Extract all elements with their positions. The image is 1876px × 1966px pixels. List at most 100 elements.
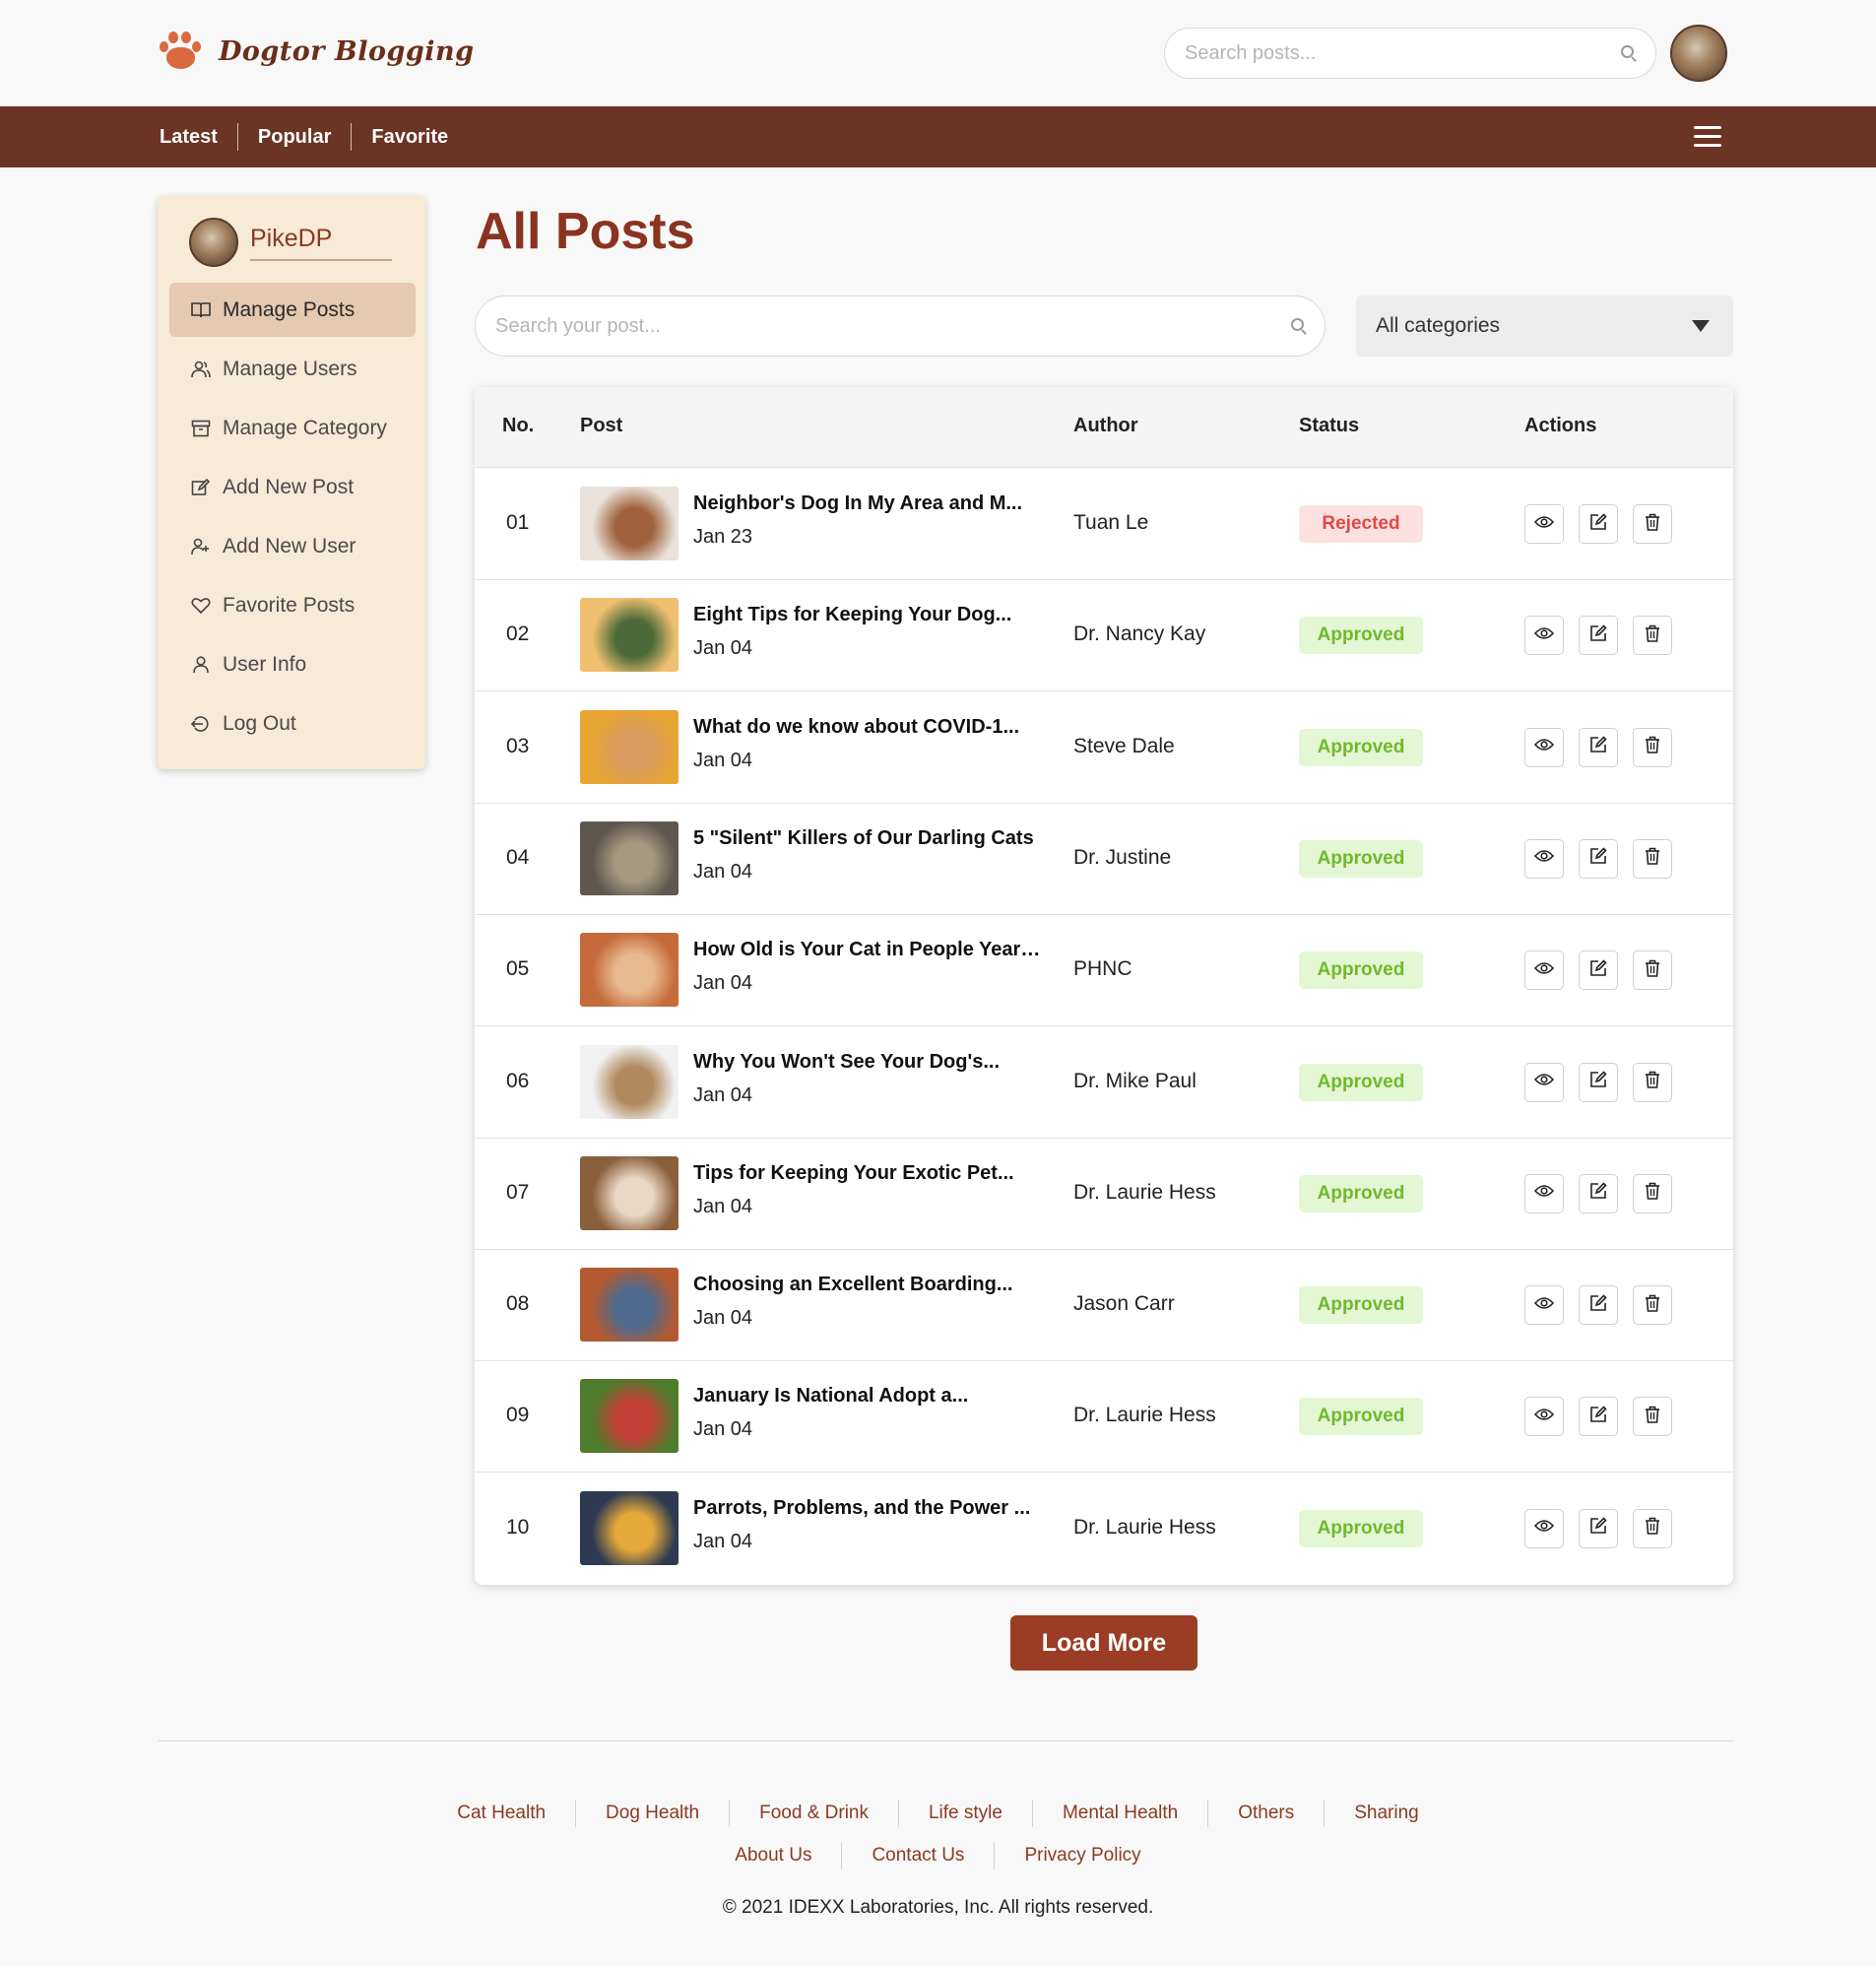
sidebar-item-manage-category[interactable]: Manage Category bbox=[169, 401, 416, 455]
delete-button[interactable] bbox=[1633, 1397, 1672, 1437]
edit-icon bbox=[1589, 1517, 1607, 1540]
footer-category-link[interactable]: Food & Drink bbox=[729, 1800, 898, 1827]
post-thumbnail[interactable] bbox=[580, 709, 679, 784]
delete-button[interactable] bbox=[1633, 727, 1672, 767]
post-thumbnail[interactable] bbox=[580, 933, 679, 1008]
edit-button[interactable] bbox=[1579, 616, 1618, 656]
view-button[interactable] bbox=[1524, 1508, 1564, 1548]
edit-button[interactable] bbox=[1579, 1285, 1618, 1326]
search-icon[interactable] bbox=[1291, 318, 1307, 335]
footer-link[interactable]: About Us bbox=[705, 1842, 841, 1869]
footer-link[interactable]: Contact Us bbox=[841, 1842, 994, 1869]
post-thumbnail[interactable] bbox=[580, 487, 679, 560]
table-header: No. Post Author Status Actions bbox=[475, 387, 1733, 468]
table-row: 10 Parrots, Problems, and the Power ... Ja… bbox=[475, 1474, 1733, 1585]
view-button[interactable] bbox=[1524, 1062, 1564, 1102]
delete-button[interactable] bbox=[1633, 1508, 1672, 1548]
search-icon[interactable] bbox=[1621, 45, 1637, 62]
post-title-link[interactable]: What do we know about COVID-1... bbox=[693, 716, 1043, 739]
post-thumbnail[interactable] bbox=[580, 598, 679, 673]
hamburger-menu-icon[interactable] bbox=[1694, 126, 1721, 148]
sidebar-item-manage-users[interactable]: Manage Users bbox=[169, 342, 416, 396]
post-thumbnail[interactable] bbox=[580, 820, 679, 895]
eye-icon bbox=[1533, 1519, 1555, 1538]
status-badge: Approved bbox=[1299, 1509, 1423, 1547]
edit-button[interactable] bbox=[1579, 1508, 1618, 1548]
footer-category-link[interactable]: Dog Health bbox=[575, 1800, 729, 1827]
edit-icon bbox=[1589, 736, 1607, 758]
footer-category-link[interactable]: Life style bbox=[897, 1800, 1032, 1827]
post-author: Dr. Justine bbox=[1073, 845, 1172, 869]
footer-divider bbox=[158, 1740, 1733, 1741]
post-thumbnail[interactable] bbox=[580, 1379, 679, 1454]
view-button[interactable] bbox=[1524, 950, 1564, 991]
post-date: Jan 04 bbox=[693, 860, 753, 883]
header-search-input[interactable] bbox=[1165, 29, 1588, 78]
footer-category-link[interactable]: Others bbox=[1207, 1800, 1324, 1827]
footer-category-link[interactable]: Mental Health bbox=[1031, 1800, 1207, 1827]
sidebar-item-manage-posts[interactable]: Manage Posts bbox=[169, 283, 416, 337]
nav-link-popular[interactable]: Popular bbox=[236, 123, 351, 151]
sidebar-item-favorite-posts[interactable]: Favorite Posts bbox=[169, 578, 416, 632]
footer-category-link[interactable]: Cat Health bbox=[427, 1800, 575, 1827]
edit-button[interactable] bbox=[1579, 504, 1618, 544]
edit-button[interactable] bbox=[1579, 1397, 1618, 1437]
post-search-input[interactable] bbox=[476, 296, 1244, 356]
view-button[interactable] bbox=[1524, 616, 1564, 656]
edit-button[interactable] bbox=[1579, 727, 1618, 767]
post-title-link[interactable]: Parrots, Problems, and the Power ... bbox=[693, 1497, 1043, 1520]
delete-button[interactable] bbox=[1633, 1062, 1672, 1102]
trash-icon bbox=[1645, 1182, 1660, 1205]
avatar bbox=[189, 218, 238, 267]
post-title-link[interactable]: Eight Tips for Keeping Your Dog... bbox=[693, 604, 1043, 626]
delete-button[interactable] bbox=[1633, 1285, 1672, 1326]
delete-button[interactable] bbox=[1633, 1173, 1672, 1213]
row-number: 09 bbox=[506, 1404, 530, 1427]
delete-button[interactable] bbox=[1633, 838, 1672, 879]
view-button[interactable] bbox=[1524, 1397, 1564, 1437]
post-title-link[interactable]: How Old is Your Cat in People Years? bbox=[693, 939, 1043, 961]
sidebar-item-log-out[interactable]: Log Out bbox=[169, 696, 416, 751]
category-select[interactable]: All categories bbox=[1356, 295, 1733, 357]
edit-button[interactable] bbox=[1579, 1062, 1618, 1102]
post-title-link[interactable]: Why You Won't See Your Dog's... bbox=[693, 1051, 1043, 1074]
sidebar-item-user-info[interactable]: User Info bbox=[169, 637, 416, 691]
post-thumbnail[interactable] bbox=[580, 1268, 679, 1343]
footer-category-link[interactable]: Sharing bbox=[1324, 1800, 1449, 1827]
edit-button[interactable] bbox=[1579, 1173, 1618, 1213]
post-author: Tuan Le bbox=[1073, 511, 1149, 534]
edit-icon bbox=[1589, 624, 1607, 647]
post-thumbnail[interactable] bbox=[580, 1155, 679, 1230]
post-title-link[interactable]: Tips for Keeping Your Exotic Pet... bbox=[693, 1162, 1043, 1185]
delete-button[interactable] bbox=[1633, 616, 1672, 656]
footer-link[interactable]: Privacy Policy bbox=[994, 1842, 1170, 1869]
sidebar-item-add-new-user[interactable]: Add New User bbox=[169, 519, 416, 573]
delete-button[interactable] bbox=[1633, 504, 1672, 544]
user-avatar[interactable] bbox=[1670, 25, 1727, 82]
view-button[interactable] bbox=[1524, 727, 1564, 767]
post-title-link[interactable]: January Is National Adopt a... bbox=[693, 1385, 1043, 1408]
post-title-link[interactable]: 5 "Silent" Killers of Our Darling Cats bbox=[693, 827, 1043, 850]
post-title-link[interactable]: Choosing an Excellent Boarding... bbox=[693, 1274, 1043, 1296]
edit-icon bbox=[1589, 847, 1607, 870]
sidebar-item-add-new-post[interactable]: Add New Post bbox=[169, 460, 416, 514]
status-badge: Approved bbox=[1299, 1174, 1423, 1212]
post-date: Jan 23 bbox=[693, 526, 753, 548]
nav-link-favorite[interactable]: Favorite bbox=[351, 123, 468, 151]
site-header: Dogtor Blogging bbox=[0, 0, 1876, 106]
post-thumbnail[interactable] bbox=[580, 1490, 679, 1565]
load-more-button[interactable]: Load More bbox=[1010, 1615, 1197, 1671]
status-badge: Rejected bbox=[1299, 505, 1423, 543]
delete-button[interactable] bbox=[1633, 950, 1672, 991]
view-button[interactable] bbox=[1524, 1285, 1564, 1326]
edit-button[interactable] bbox=[1579, 950, 1618, 991]
site-logo[interactable]: Dogtor Blogging bbox=[158, 28, 475, 75]
view-button[interactable] bbox=[1524, 504, 1564, 544]
trash-icon bbox=[1645, 1294, 1660, 1317]
view-button[interactable] bbox=[1524, 838, 1564, 879]
nav-link-latest[interactable]: Latest bbox=[160, 123, 237, 151]
post-thumbnail[interactable] bbox=[580, 1044, 679, 1119]
edit-button[interactable] bbox=[1579, 838, 1618, 879]
view-button[interactable] bbox=[1524, 1173, 1564, 1213]
post-title-link[interactable]: Neighbor's Dog In My Area and M... bbox=[693, 492, 1043, 515]
